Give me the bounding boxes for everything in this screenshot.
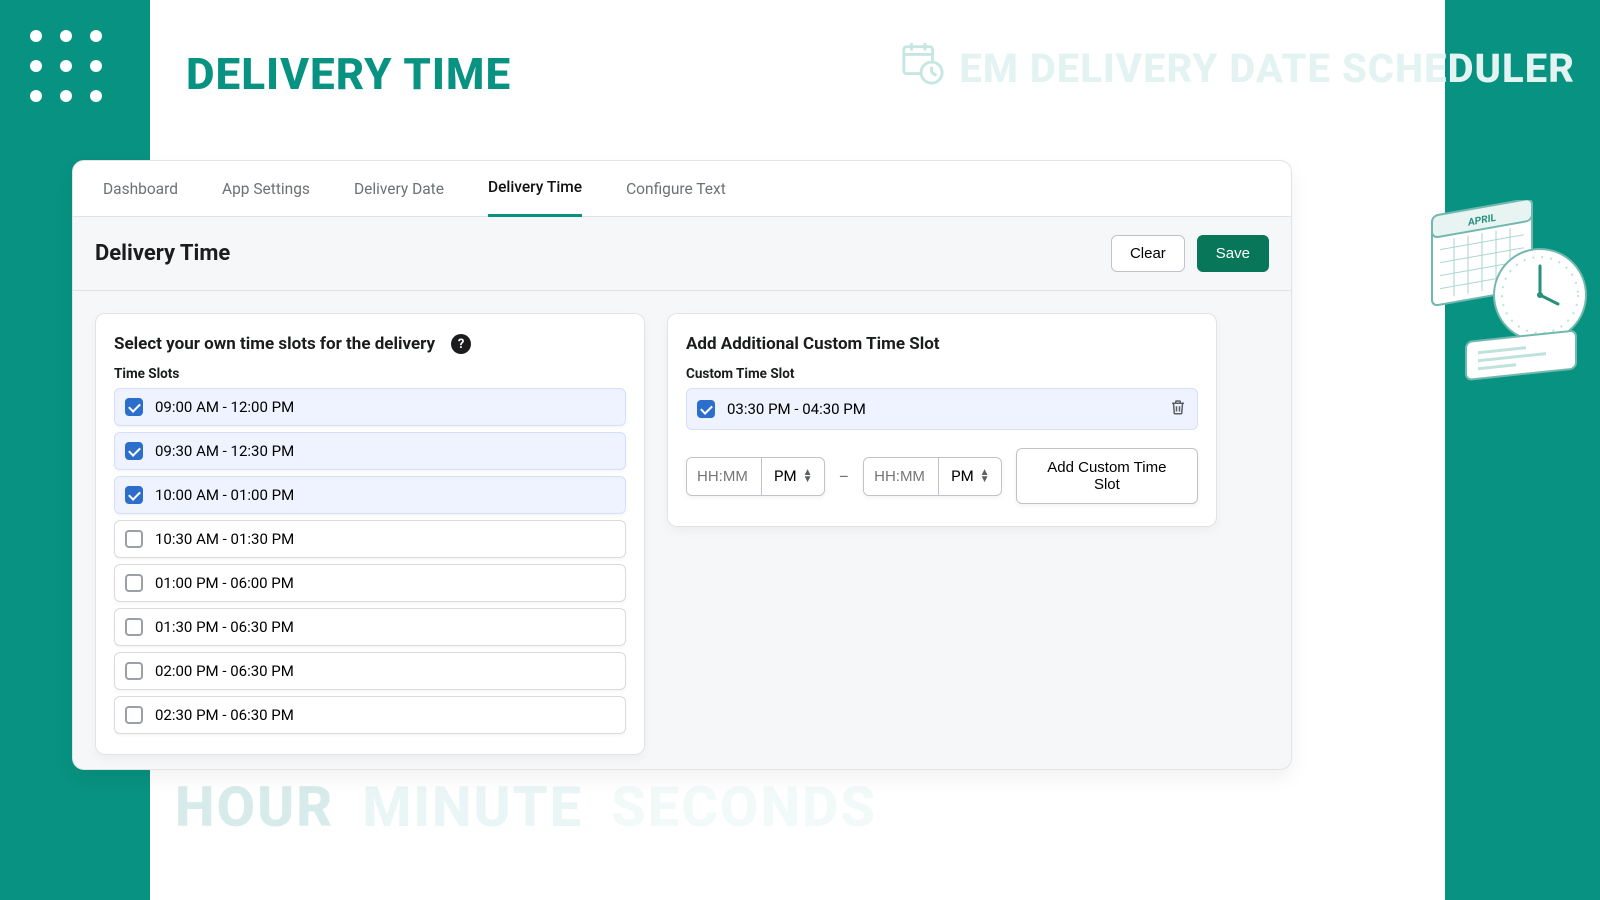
time-slot-label: 02:00 PM - 06:30 PM [155, 662, 294, 680]
calendar-clock-illustration: APRIL [1430, 200, 1600, 404]
start-ampm-value: PM [774, 467, 797, 485]
time-slot-checkbox[interactable] [125, 530, 143, 548]
faded-hour: HOUR [175, 774, 334, 840]
time-slot-row[interactable]: 01:30 PM - 06:30 PM [114, 608, 626, 646]
time-range-dash: – [839, 467, 850, 486]
help-icon[interactable]: ? [451, 334, 471, 354]
time-slot-label: 02:30 PM - 06:30 PM [155, 706, 294, 724]
settings-modal: DashboardApp SettingsDelivery DateDelive… [72, 160, 1292, 770]
page-heading: Delivery Time [95, 241, 230, 266]
save-button[interactable]: Save [1197, 235, 1269, 272]
custom-slot-title: Add Additional Custom Time Slot [686, 334, 1198, 354]
time-slot-row[interactable]: 02:00 PM - 06:30 PM [114, 652, 626, 690]
time-slot-checkbox[interactable] [125, 662, 143, 680]
time-slot-row[interactable]: 10:30 AM - 01:30 PM [114, 520, 626, 558]
banner-title: DELIVERY TIME [186, 48, 511, 100]
time-slot-label: 10:00 AM - 01:00 PM [155, 486, 294, 504]
tab-app-settings[interactable]: App Settings [222, 161, 310, 217]
time-slot-row[interactable]: 09:00 AM - 12:00 PM [114, 388, 626, 426]
bg-bar-right [1445, 0, 1600, 900]
start-time-input[interactable] [687, 458, 761, 495]
time-slot-label: 09:30 AM - 12:30 PM [155, 442, 294, 460]
sort-caret-icon: ▲▼ [803, 469, 813, 483]
start-time-group: PM ▲▼ [686, 457, 825, 496]
end-time-group: PM ▲▼ [863, 457, 1002, 496]
end-time-input[interactable] [864, 458, 938, 495]
time-slot-row[interactable]: 09:30 AM - 12:30 PM [114, 432, 626, 470]
end-ampm-select[interactable]: PM ▲▼ [938, 458, 1001, 495]
sort-caret-icon: ▲▼ [980, 469, 990, 483]
time-slots-title: Select your own time slots for the deliv… [114, 334, 435, 354]
banner-brand-text: EM DELIVERY DATE SCHEDULER [959, 45, 1575, 92]
custom-slot-checkbox[interactable] [697, 400, 715, 418]
custom-slot-card: Add Additional Custom Time Slot Custom T… [667, 313, 1217, 527]
time-slot-label: 10:30 AM - 01:30 PM [155, 530, 294, 548]
modal-header: Delivery Time Clear Save [73, 217, 1291, 291]
tab-bar: Dashboard App Settings Delivery Date Delive… [73, 161, 1291, 217]
custom-slot-label: 03:30 PM - 04:30 PM [727, 400, 866, 418]
dots-tl [30, 30, 102, 102]
time-slot-checkbox[interactable] [125, 706, 143, 724]
time-slot-row[interactable]: 10:00 AM - 01:00 PM [114, 476, 626, 514]
faded-minute: MINUTE [362, 774, 583, 840]
custom-slot-row: 03:30 PM - 04:30 PM [686, 388, 1198, 430]
dots-br [1478, 768, 1550, 840]
time-slot-checkbox[interactable] [125, 398, 143, 416]
time-slots-list: 09:00 AM - 12:00 PM 09:30 AM - 12:30 PM 10… [114, 388, 626, 734]
time-slot-checkbox[interactable] [125, 574, 143, 592]
add-custom-slot-button[interactable]: Add Custom Time Slot [1016, 448, 1198, 504]
start-ampm-select[interactable]: PM ▲▼ [761, 458, 824, 495]
time-slot-row[interactable]: 02:30 PM - 06:30 PM [114, 696, 626, 734]
faded-words: HOUR MINUTE SECONDS [175, 774, 877, 840]
clear-button[interactable]: Clear [1111, 235, 1185, 272]
custom-slot-subhead: Custom Time Slot [686, 366, 1198, 382]
time-slot-checkbox[interactable] [125, 618, 143, 636]
time-slot-checkbox[interactable] [125, 442, 143, 460]
time-slots-subhead: Time Slots [114, 366, 626, 382]
time-slot-label: 01:30 PM - 06:30 PM [155, 618, 294, 636]
end-ampm-value: PM [951, 467, 974, 485]
tab-delivery-date[interactable]: Delivery Date [354, 161, 444, 217]
tab-dashboard[interactable]: Dashboard [103, 161, 178, 217]
time-slot-label: 01:00 PM - 06:00 PM [155, 574, 294, 592]
trash-icon[interactable] [1169, 398, 1187, 420]
calendar-clock-icon [899, 40, 945, 96]
faded-second: SECONDS [611, 774, 877, 840]
time-slot-row[interactable]: 01:00 PM - 06:00 PM [114, 564, 626, 602]
time-slot-checkbox[interactable] [125, 486, 143, 504]
banner-brand: EM DELIVERY DATE SCHEDULER [899, 40, 1575, 96]
time-slot-label: 09:00 AM - 12:00 PM [155, 398, 294, 416]
tab-delivery-time[interactable]: Delivery Time [488, 161, 582, 217]
time-slots-card: Select your own time slots for the deliv… [95, 313, 645, 755]
tab-configure-text[interactable]: Configure Text [626, 161, 726, 217]
